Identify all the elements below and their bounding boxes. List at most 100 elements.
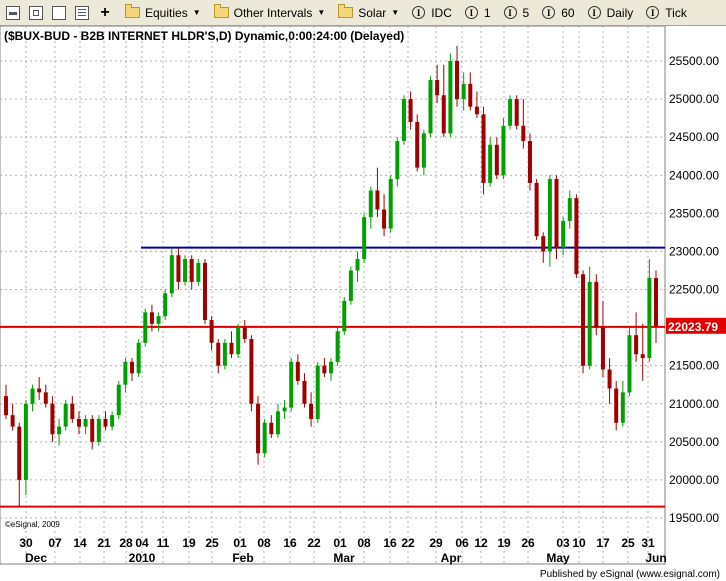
x-tick-label: 22	[401, 536, 415, 550]
tick-button[interactable]: I Tick	[646, 6, 687, 20]
candle-body	[547, 179, 552, 252]
equities-dropdown[interactable]: Equities ▼	[125, 4, 201, 20]
candle-body	[43, 392, 48, 404]
x-tick-label: 22	[307, 536, 321, 550]
x-tick-label: 29	[429, 536, 443, 550]
candle-body	[256, 403, 261, 454]
print-button[interactable]	[4, 4, 22, 22]
y-tick-label: 20500.00	[669, 435, 719, 449]
idc-button[interactable]: I IDC	[412, 6, 452, 20]
candle-body	[295, 361, 300, 381]
candle-body	[448, 61, 453, 134]
x-tick-label: 30	[19, 536, 33, 550]
candle-body	[614, 388, 619, 423]
x-tick-label: 21	[97, 536, 111, 550]
candle-body	[335, 331, 340, 362]
candle-body	[348, 270, 353, 301]
grid-icon	[29, 5, 43, 20]
x-tick-label: 26	[521, 536, 535, 550]
interval-5-button[interactable]: I 5	[503, 6, 529, 20]
candle-body	[634, 335, 639, 355]
chevron-down-icon: ▼	[391, 8, 400, 17]
interval-icon: I	[542, 6, 556, 19]
candle-body	[415, 121, 420, 168]
solar-dropdown[interactable]: Solar ▼	[338, 4, 400, 20]
candle-body	[461, 83, 466, 100]
candle-body	[123, 361, 128, 385]
copy-icon	[52, 5, 66, 20]
x-tick-label: 17	[596, 536, 610, 550]
add-button[interactable]: +	[96, 4, 114, 22]
candle-body	[455, 61, 460, 100]
plot-background	[0, 26, 666, 565]
y-tick-label: 22500.00	[669, 283, 719, 297]
candle-body	[216, 342, 221, 366]
candle-body	[110, 415, 115, 427]
candlestick-chart[interactable]: 25500.00 25000.00 24500.00 24000.00 23500.00…	[0, 26, 726, 581]
x-tick-label: 08	[257, 536, 271, 550]
candle-body	[236, 327, 241, 355]
candle-body	[209, 319, 214, 343]
candle-body	[421, 133, 426, 168]
candle-body	[10, 415, 15, 427]
x-tick-label: 19	[497, 536, 511, 550]
folder-icon	[338, 4, 354, 18]
candle-body	[76, 418, 81, 427]
candle-body	[169, 255, 174, 294]
candle-body	[435, 80, 440, 96]
candle-body	[196, 262, 201, 282]
solar-label: Solar	[358, 5, 387, 20]
candle-body	[302, 380, 307, 404]
candle-body	[627, 335, 632, 393]
properties-button[interactable]	[73, 4, 91, 22]
copy-button[interactable]	[50, 4, 68, 22]
chevron-down-icon: ▼	[317, 8, 326, 17]
candle-body	[149, 312, 154, 324]
candle-body	[600, 327, 605, 370]
candle-body	[587, 281, 592, 366]
interval-60-button[interactable]: I 60	[542, 6, 575, 20]
price-tag-label: 22023.79	[668, 320, 718, 334]
candle-body	[388, 179, 393, 229]
candle-body	[368, 190, 373, 218]
print-icon	[6, 5, 20, 20]
folder-icon	[125, 4, 140, 18]
daily-button[interactable]: I Daily	[587, 6, 633, 20]
candle-body	[37, 388, 42, 393]
x-month-label: Mar	[333, 551, 355, 565]
x-tick-label: 19	[182, 536, 196, 550]
x-month-label: Apr	[441, 551, 462, 565]
intervals-dropdown[interactable]: Other Intervals ▼	[213, 4, 326, 20]
candle-body	[163, 293, 168, 317]
x-tick-label: 25	[621, 536, 635, 550]
interval-1-button[interactable]: I 1	[464, 6, 491, 20]
layout-button[interactable]	[27, 4, 45, 22]
properties-icon	[75, 5, 89, 20]
x-month-label: May	[546, 551, 570, 565]
interval-icon: I	[503, 6, 517, 19]
x-tick-label: 16	[383, 536, 397, 550]
candle-body	[527, 140, 532, 183]
candle-body	[156, 316, 161, 324]
candle-body	[488, 144, 493, 183]
candle-body	[640, 354, 645, 359]
candle-body	[90, 418, 95, 442]
last-price-tag: 22023.79	[666, 317, 726, 334]
candle-body	[70, 403, 75, 419]
x-tick-label: 03	[556, 536, 570, 550]
candle-body	[23, 403, 28, 480]
candle-body	[554, 179, 559, 248]
candle-body	[474, 106, 479, 115]
candle-body	[309, 403, 314, 419]
tick-label: Tick	[665, 5, 687, 20]
x-month-label: Dec	[25, 551, 47, 565]
intervals-label: Other Intervals	[233, 5, 313, 20]
candle-body	[654, 278, 658, 327]
chart-title: ($BUX-BUD - B2B INTERNET HLDR'S,D) Dynam…	[4, 29, 404, 43]
chart-area[interactable]: 25500.00 25000.00 24500.00 24000.00 23500.00…	[0, 26, 726, 581]
candle-body	[315, 365, 320, 419]
y-tick-label: 20000.00	[669, 473, 719, 487]
interval-icon: I	[646, 6, 660, 19]
candle-body	[30, 388, 35, 404]
y-tick-label: 19500.00	[669, 511, 719, 525]
